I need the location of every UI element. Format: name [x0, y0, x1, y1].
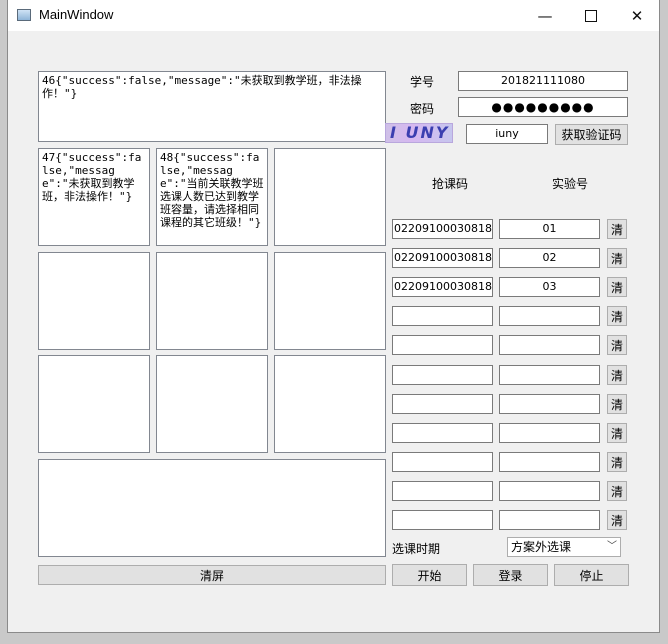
window-title: MainWindow	[39, 7, 114, 22]
chevron-down-icon: ﹀	[607, 541, 617, 552]
clear-row-button[interactable]: 清	[607, 394, 627, 414]
clear-row-button[interactable]: 清	[607, 452, 627, 472]
course-code-input[interactable]: 0220910003081803	[392, 277, 493, 297]
password-input[interactable]: ●●●●●●●●●	[458, 97, 628, 117]
lab-number-input[interactable]	[499, 423, 600, 443]
log-panel-empty[interactable]	[156, 355, 268, 453]
log-panel-47[interactable]: 47{"success":false,"message":"未获取到教学班，非法…	[38, 148, 150, 246]
log-panel-large[interactable]	[38, 459, 386, 557]
lab-number-input[interactable]	[499, 394, 600, 414]
clear-row-button[interactable]: 清	[607, 423, 627, 443]
get-captcha-button[interactable]: 获取验证码	[555, 124, 628, 145]
lab-number-input[interactable]	[499, 365, 600, 385]
maximize-button[interactable]	[568, 0, 614, 31]
close-button[interactable]: ✕	[614, 0, 660, 31]
lab-number-input[interactable]	[499, 481, 600, 501]
log-panel-empty[interactable]	[38, 355, 150, 453]
clear-row-button[interactable]: 清	[607, 510, 627, 530]
course-code-input[interactable]: 0220910003081803	[392, 219, 493, 239]
lab-number-header: 实验号	[552, 177, 589, 191]
app-icon	[17, 9, 31, 21]
log-panel-empty[interactable]	[274, 148, 386, 246]
course-code-input[interactable]	[392, 452, 493, 472]
course-code-header: 抢课码	[432, 177, 469, 191]
minimize-button[interactable]: —	[522, 0, 568, 31]
log-panel-empty[interactable]	[274, 355, 386, 453]
course-code-input[interactable]	[392, 481, 493, 501]
student-id-label: 学号	[410, 75, 435, 89]
clear-screen-button[interactable]: 清屏	[38, 565, 386, 585]
course-code-input[interactable]	[392, 306, 493, 326]
log-panel-46[interactable]: 46{"success":false,"message":"未获取到教学班，非法…	[38, 71, 386, 142]
password-label: 密码	[410, 102, 435, 116]
course-code-input[interactable]	[392, 394, 493, 414]
lab-number-input[interactable]: 02	[499, 248, 600, 268]
period-select[interactable]: 方案外选课 ﹀	[507, 537, 621, 557]
course-code-input[interactable]	[392, 335, 493, 355]
course-code-input[interactable]	[392, 423, 493, 443]
captcha-input[interactable]: iuny	[466, 124, 548, 144]
period-label: 选课时期	[392, 542, 441, 556]
maximize-icon	[585, 9, 597, 22]
log-panel-empty[interactable]	[156, 252, 268, 350]
clear-row-button[interactable]: 清	[607, 219, 627, 239]
lab-number-input[interactable]	[499, 452, 600, 472]
clear-row-button[interactable]: 清	[607, 306, 627, 326]
lab-number-input[interactable]: 01	[499, 219, 600, 239]
clear-row-button[interactable]: 清	[607, 365, 627, 385]
lab-number-input[interactable]	[499, 335, 600, 355]
log-panel-empty[interactable]	[38, 252, 150, 350]
clear-row-button[interactable]: 清	[607, 248, 627, 268]
log-panel-empty[interactable]	[274, 252, 386, 350]
lab-number-input[interactable]: 03	[499, 277, 600, 297]
course-code-input[interactable]: 0220910003081803	[392, 248, 493, 268]
clear-row-button[interactable]: 清	[607, 277, 627, 297]
login-button[interactable]: 登录	[473, 564, 548, 586]
period-selected: 方案外选课	[511, 540, 572, 554]
course-code-input[interactable]	[392, 365, 493, 385]
lab-number-input[interactable]	[499, 306, 600, 326]
stop-button[interactable]: 停止	[554, 564, 629, 586]
course-code-input[interactable]	[392, 510, 493, 530]
captcha-image[interactable]: I UNY	[385, 123, 453, 143]
log-panel-48[interactable]: 48{"success":false,"message":"当前关联教学班选课人…	[156, 148, 268, 246]
title-bar[interactable]: MainWindow — ✕	[8, 0, 659, 31]
clear-row-button[interactable]: 清	[607, 335, 627, 355]
start-button[interactable]: 开始	[392, 564, 467, 586]
student-id-input[interactable]: 201821111080	[458, 71, 628, 91]
lab-number-input[interactable]	[499, 510, 600, 530]
clear-row-button[interactable]: 清	[607, 481, 627, 501]
